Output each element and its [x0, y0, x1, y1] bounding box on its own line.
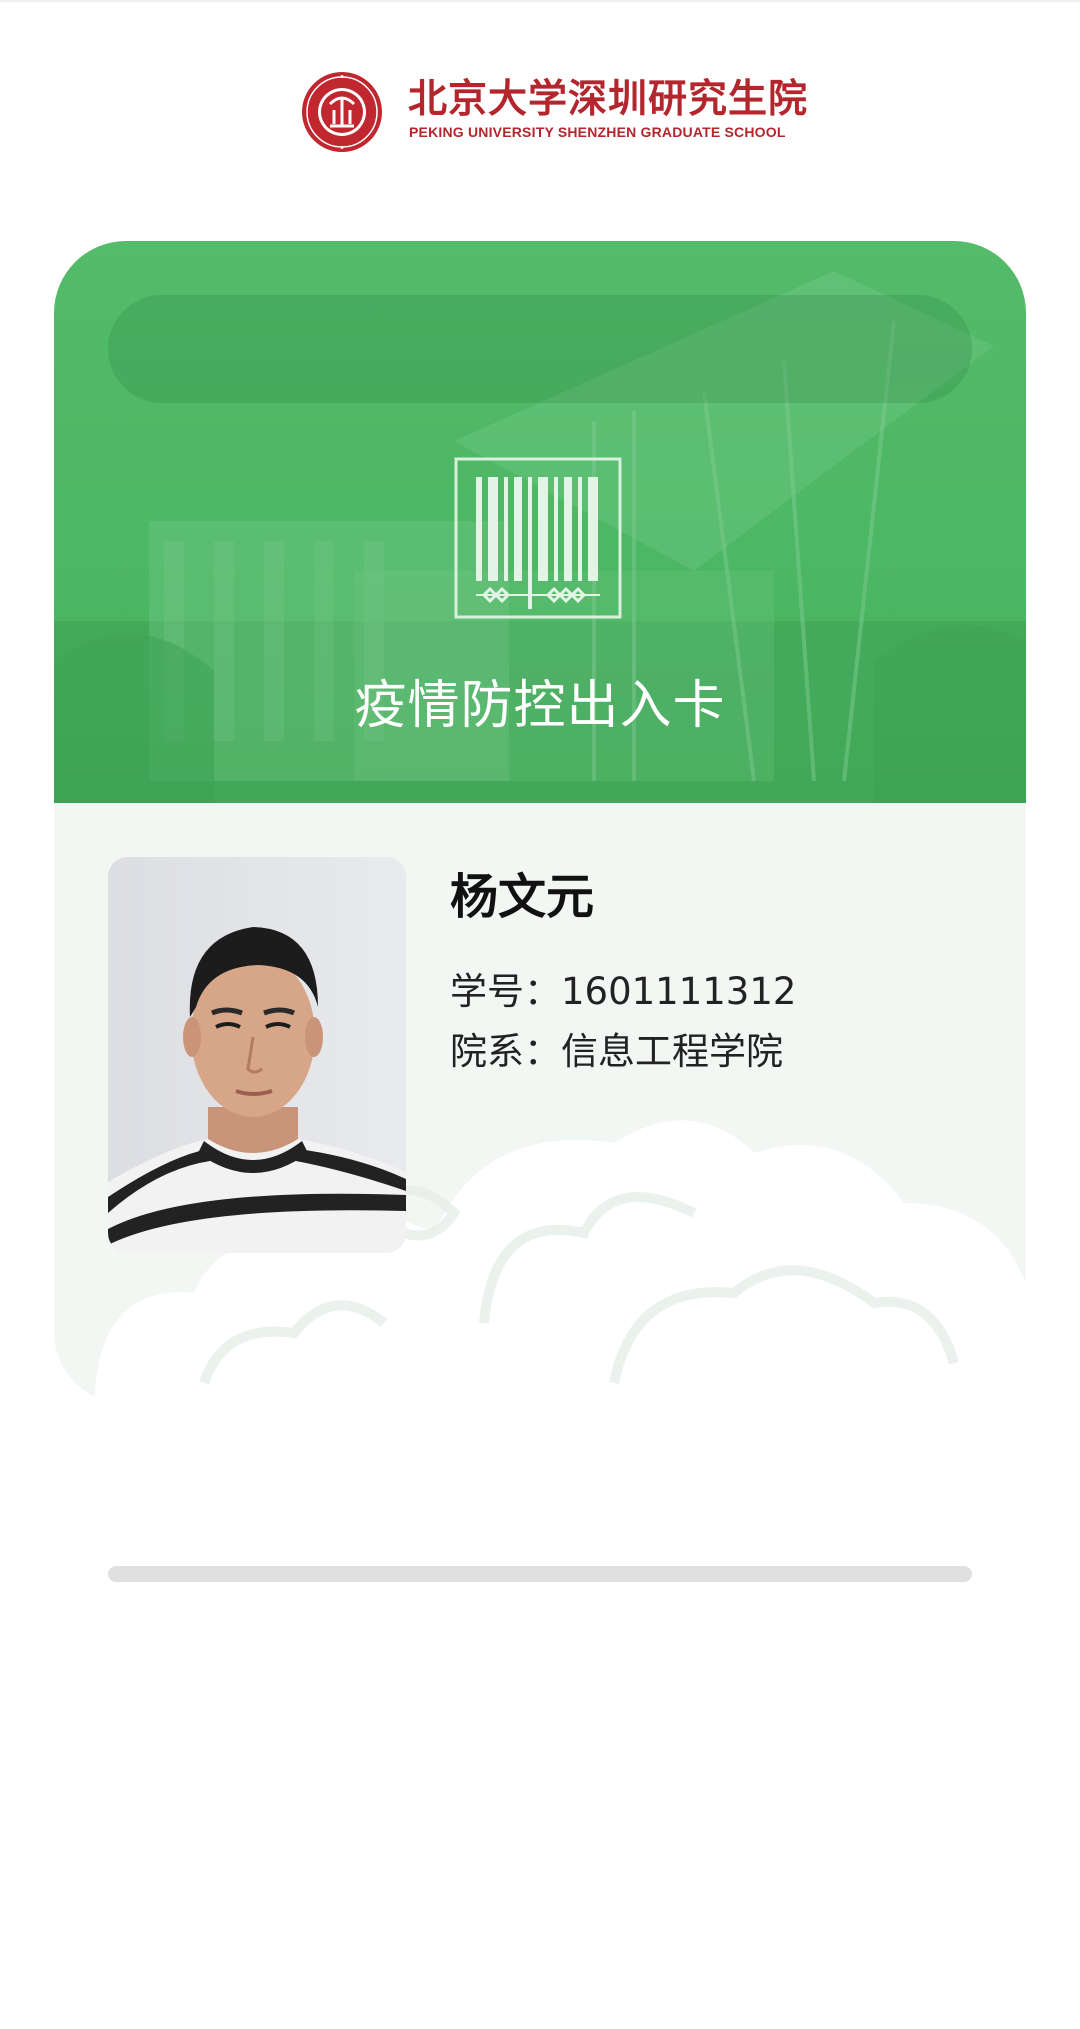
logo-chinese-name: 北京大学深圳研究生院 — [408, 77, 809, 122]
student-id-value: 1601111312 — [561, 970, 797, 1013]
department-label: 院系： — [450, 1030, 561, 1073]
university-logo: 北京大学深圳研究生院 PEKING UNIVERSITY SHENZHEN GR… — [300, 70, 807, 156]
department-row: 院系：信息工程学院 — [450, 1027, 783, 1077]
progress-bar — [108, 1566, 972, 1582]
card-header: 疫情防控出入卡 — [54, 241, 1026, 803]
top-divider — [0, 0, 1080, 2]
department-value: 信息工程学院 — [561, 1030, 783, 1073]
access-card: 疫情防控出入卡 杨文元 学号：1601111312 院系：信息工程学院 — [54, 241, 1026, 1404]
university-seal-icon — [302, 72, 382, 152]
card-body: 杨文元 学号：1601111312 院系：信息工程学院 — [54, 803, 1026, 1404]
card-title: 疫情防控出入卡 — [354, 676, 726, 736]
student-portrait-image — [108, 857, 406, 1253]
header-status-bar — [108, 295, 972, 403]
student-id-row: 学号：1601111312 — [450, 967, 796, 1017]
student-photo — [108, 857, 406, 1253]
logo-english-name: PEKING UNIVERSITY SHENZHEN GRADUATE SCHO… — [409, 124, 786, 140]
barcode-icon — [454, 457, 622, 619]
student-id-label: 学号： — [450, 970, 561, 1013]
student-name: 杨文元 — [450, 869, 595, 925]
